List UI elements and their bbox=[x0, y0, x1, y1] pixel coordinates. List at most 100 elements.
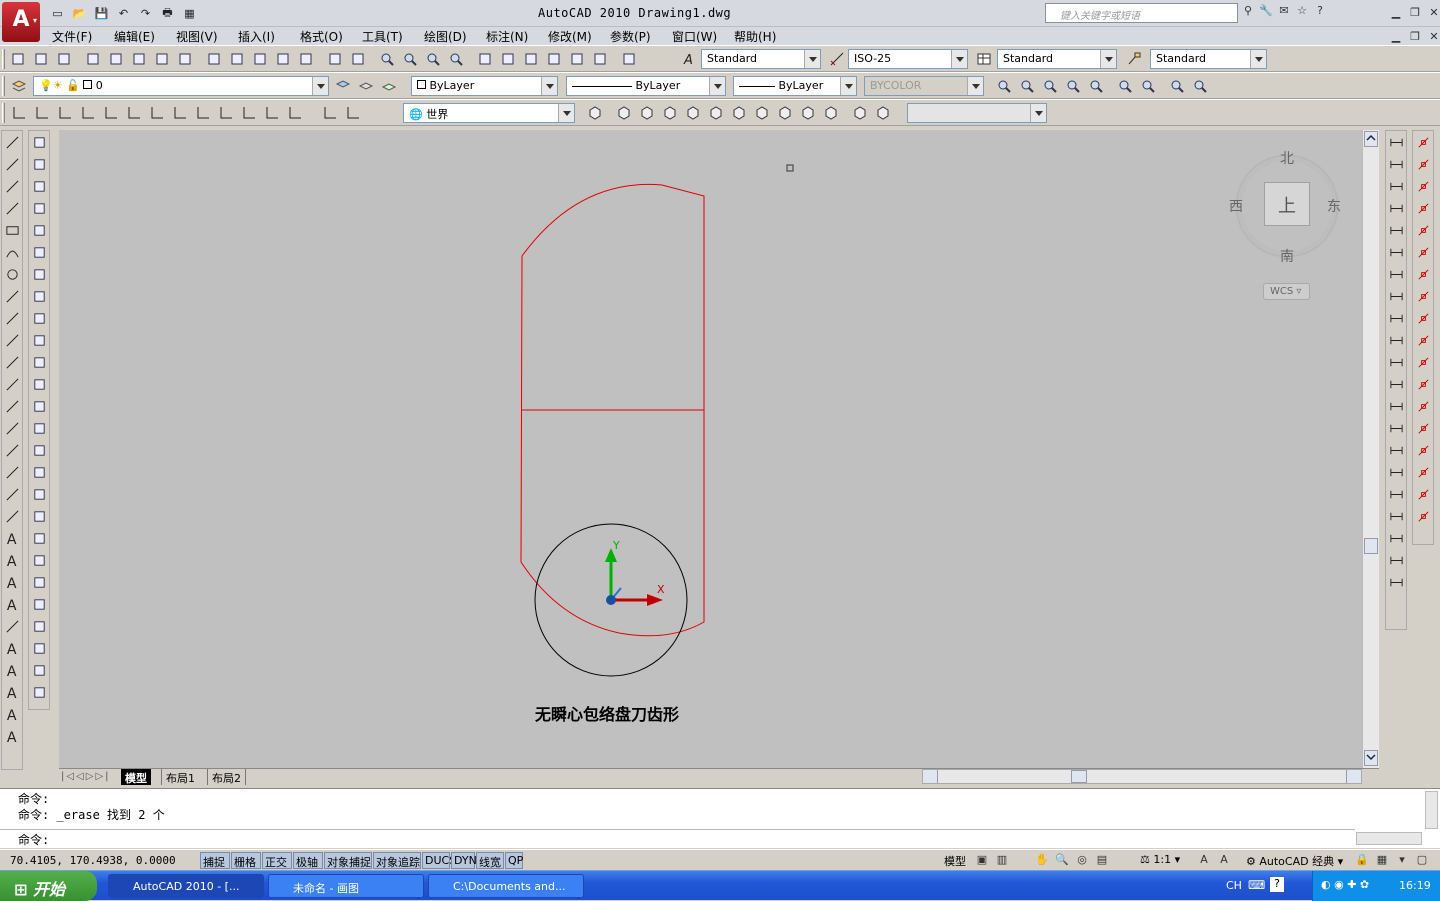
dim-update-icon[interactable] bbox=[1386, 549, 1406, 571]
designcenter-icon[interactable] bbox=[498, 49, 518, 69]
ucs-icon[interactable] bbox=[9, 103, 29, 123]
lineweight-select[interactable]: ByLayer bbox=[733, 76, 857, 96]
minimize-icon[interactable]: ▁ bbox=[1388, 5, 1404, 19]
endpoint-icon[interactable] bbox=[1413, 175, 1433, 197]
linetype-select[interactable]: ByLayer bbox=[566, 76, 726, 96]
workspace-icon[interactable]: ▦ bbox=[180, 5, 199, 22]
steeringwheel-icon[interactable]: ◎ bbox=[1074, 852, 1090, 866]
insertion-icon[interactable] bbox=[1413, 395, 1433, 417]
z-ucs-icon[interactable] bbox=[262, 103, 282, 123]
continue-dim-icon[interactable] bbox=[1386, 351, 1406, 373]
array-icon[interactable] bbox=[29, 219, 49, 241]
input-language[interactable]: CH bbox=[1226, 879, 1242, 892]
join-icon[interactable] bbox=[29, 417, 49, 439]
layer-manager-icon[interactable] bbox=[9, 76, 29, 96]
ucs-select[interactable]: 🌐 世界 bbox=[403, 103, 575, 123]
markup-icon[interactable] bbox=[567, 49, 587, 69]
ellipse-arc-icon[interactable] bbox=[2, 351, 22, 373]
edit-hatch-icon[interactable] bbox=[29, 615, 49, 637]
qnew-icon[interactable] bbox=[8, 49, 28, 69]
z-axis-ucs-icon[interactable] bbox=[170, 103, 190, 123]
hardware-acceleration-icon[interactable]: ▦ bbox=[1374, 852, 1390, 866]
nw-iso-view-icon[interactable] bbox=[821, 103, 841, 123]
scroll-left-icon[interactable] bbox=[923, 770, 938, 783]
center-icon[interactable] bbox=[1413, 285, 1433, 307]
zoom-center-icon[interactable] bbox=[1086, 76, 1106, 96]
copy-icon[interactable] bbox=[227, 49, 247, 69]
snap-none-icon[interactable] bbox=[1413, 461, 1433, 483]
scroll-down-icon[interactable] bbox=[1364, 750, 1378, 766]
keyboard-icon[interactable]: ⌨ bbox=[1248, 878, 1265, 892]
zoom-icon[interactable]: 🔍 bbox=[1054, 852, 1070, 866]
line-icon[interactable] bbox=[2, 131, 22, 153]
ucs-manager-icon[interactable] bbox=[320, 103, 340, 123]
draworder-icon[interactable] bbox=[29, 505, 49, 527]
tab-nav-icon[interactable]: |◁◁▷▷| bbox=[61, 771, 111, 782]
toggle-8[interactable]: 线宽 bbox=[476, 852, 504, 869]
annotation-scale[interactable]: ⚖ 1:1 ▾ bbox=[1140, 853, 1180, 866]
menu-modify[interactable]: 修改(M) bbox=[548, 28, 592, 45]
toggle-6[interactable]: DUCS bbox=[422, 852, 456, 869]
annotation-visibility-icon[interactable]: A bbox=[1196, 852, 1212, 866]
tool-palettes-icon[interactable] bbox=[521, 49, 541, 69]
named-views-icon[interactable] bbox=[585, 103, 605, 123]
help-search-input[interactable]: 键入关键字或短语 bbox=[1045, 3, 1238, 23]
subscription-icon[interactable]: 🔧 bbox=[1258, 3, 1274, 17]
point-icon[interactable] bbox=[2, 417, 22, 439]
top-view-icon[interactable] bbox=[614, 103, 634, 123]
print-icon[interactable]: 🖶 bbox=[158, 5, 177, 22]
parallel-icon[interactable] bbox=[1413, 373, 1433, 395]
region-icon[interactable] bbox=[2, 483, 22, 505]
field-icon[interactable]: A bbox=[2, 725, 22, 747]
toggle-9[interactable]: QP bbox=[505, 852, 523, 869]
zoom-dynamic-icon[interactable] bbox=[1040, 76, 1060, 96]
explode-icon[interactable] bbox=[29, 483, 49, 505]
zoom-in-icon[interactable] bbox=[1115, 76, 1135, 96]
new-file-icon[interactable]: ▭ bbox=[48, 5, 67, 22]
se-iso-view-icon[interactable] bbox=[775, 103, 795, 123]
toggle-4[interactable]: 对象捕捉 bbox=[324, 852, 372, 869]
align-icon[interactable] bbox=[29, 527, 49, 549]
tray-app-icons[interactable]: ◐ ◉ ✚ ✿ bbox=[1321, 878, 1369, 891]
center-mark-icon[interactable] bbox=[1386, 439, 1406, 461]
multileader-icon[interactable] bbox=[29, 659, 49, 681]
polyline-icon[interactable] bbox=[2, 175, 22, 197]
zoom-realtime-icon[interactable] bbox=[994, 76, 1014, 96]
properties-icon[interactable] bbox=[475, 49, 495, 69]
drawing-canvas[interactable]: Y X 无瞬心包络盘刀齿形 上 北 南 东 西 WCS ▿ bbox=[59, 130, 1362, 768]
menu-draw[interactable]: 绘图(D) bbox=[424, 28, 467, 45]
help-tray-icon[interactable]: ? bbox=[1270, 877, 1284, 892]
quickview-drawings-icon[interactable]: ▥ bbox=[994, 852, 1010, 866]
perpendicular-icon[interactable] bbox=[1413, 351, 1433, 373]
midbetween-icon[interactable] bbox=[1413, 505, 1433, 527]
nearest-icon[interactable] bbox=[1413, 439, 1433, 461]
dim-space-icon[interactable] bbox=[1386, 373, 1406, 395]
edit-spline-icon[interactable] bbox=[29, 593, 49, 615]
quick-dim-icon[interactable] bbox=[1386, 307, 1406, 329]
menu-help[interactable]: 帮助(H) bbox=[734, 28, 776, 45]
arc-icon[interactable] bbox=[2, 241, 22, 263]
layer-states-icon[interactable] bbox=[379, 76, 399, 96]
help-icon[interactable] bbox=[619, 49, 639, 69]
autoscale-icon[interactable]: A bbox=[1216, 852, 1232, 866]
dim-text-edit-icon[interactable] bbox=[1386, 527, 1406, 549]
sw-iso-view-icon[interactable] bbox=[752, 103, 772, 123]
move-icon[interactable] bbox=[29, 241, 49, 263]
break-icon[interactable] bbox=[29, 395, 49, 417]
ordinate-dim-icon[interactable] bbox=[1386, 197, 1406, 219]
compass-north[interactable]: 北 bbox=[1280, 148, 1294, 168]
fillet-icon[interactable] bbox=[29, 461, 49, 483]
text-icon[interactable]: A bbox=[2, 549, 22, 571]
layer-select[interactable]: 💡☀ 🔓 0 bbox=[33, 76, 329, 96]
right-view-icon[interactable] bbox=[683, 103, 703, 123]
hscroll-thumb[interactable] bbox=[1071, 770, 1087, 783]
osnap-settings-icon[interactable] bbox=[1413, 483, 1433, 505]
publish-icon[interactable] bbox=[129, 49, 149, 69]
scale-icon[interactable] bbox=[29, 285, 49, 307]
revision-cloud-icon[interactable] bbox=[2, 285, 22, 307]
compass-east[interactable]: 东 bbox=[1327, 196, 1341, 216]
bottom-view-icon[interactable] bbox=[637, 103, 657, 123]
stretch-icon[interactable] bbox=[29, 307, 49, 329]
arc-length-dim-icon[interactable] bbox=[1386, 175, 1406, 197]
front-view-icon[interactable] bbox=[706, 103, 726, 123]
